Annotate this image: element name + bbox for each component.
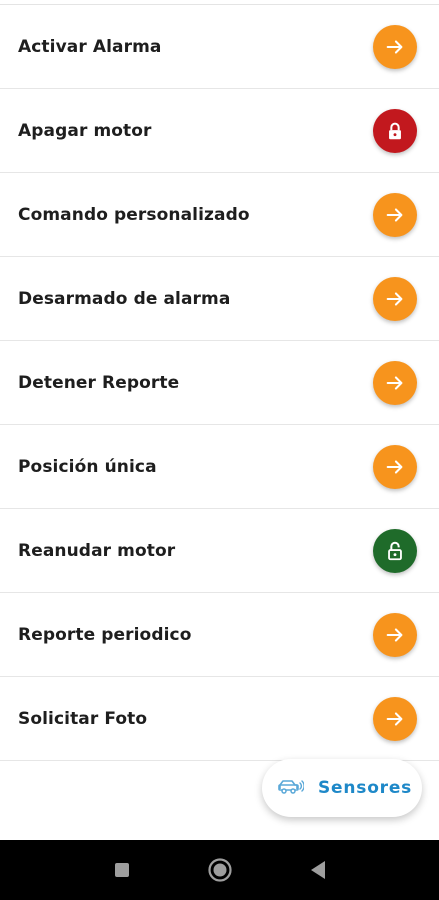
- command-label: Reanudar motor: [18, 540, 176, 561]
- command-label: Solicitar Foto: [18, 708, 148, 729]
- command-row-detener-reporte[interactable]: Detener Reporte: [0, 341, 439, 425]
- command-row-posicion-unica[interactable]: Posición única: [0, 425, 439, 509]
- command-row-reanudar-motor[interactable]: Reanudar motor: [0, 509, 439, 593]
- arrow-right-icon[interactable]: [373, 360, 417, 405]
- vehicle-sensor-icon: [276, 776, 305, 800]
- command-row-solicitar-foto[interactable]: Solicitar Foto: [0, 677, 439, 761]
- sensores-button[interactable]: Sensores: [262, 759, 422, 817]
- command-row-comando-personalizado[interactable]: Comando personalizado: [0, 173, 439, 257]
- command-list: Activar Alarma Apagar motor Comando pers…: [0, 0, 439, 761]
- command-row-apagar-motor[interactable]: Apagar motor: [0, 89, 439, 173]
- back-icon[interactable]: [308, 860, 328, 880]
- arrow-right-icon[interactable]: [373, 696, 417, 741]
- command-label: Detener Reporte: [18, 372, 180, 393]
- arrow-right-icon[interactable]: [373, 192, 417, 237]
- command-label: Comando personalizado: [18, 204, 250, 225]
- home-icon[interactable]: [207, 857, 233, 883]
- arrow-right-icon[interactable]: [373, 276, 417, 321]
- arrow-right-icon[interactable]: [373, 444, 417, 489]
- command-label: Desarmado de alarma: [18, 288, 231, 309]
- command-row-activar-alarma[interactable]: Activar Alarma: [0, 5, 439, 89]
- recents-icon[interactable]: [112, 860, 132, 880]
- arrow-right-icon[interactable]: [373, 612, 417, 657]
- arrow-right-icon[interactable]: [373, 24, 417, 69]
- sensores-label: Sensores: [318, 778, 413, 798]
- system-nav-bar: [0, 840, 439, 900]
- command-label: Posición única: [18, 456, 157, 477]
- command-row-desarmado-de-alarma[interactable]: Desarmado de alarma: [0, 257, 439, 341]
- command-label: Reporte periodico: [18, 624, 192, 645]
- lock-open-icon[interactable]: [373, 528, 417, 573]
- lock-closed-icon[interactable]: [373, 108, 417, 153]
- command-label: Apagar motor: [18, 120, 152, 141]
- command-label: Activar Alarma: [18, 36, 162, 57]
- command-row-reporte-periodico[interactable]: Reporte periodico: [0, 593, 439, 677]
